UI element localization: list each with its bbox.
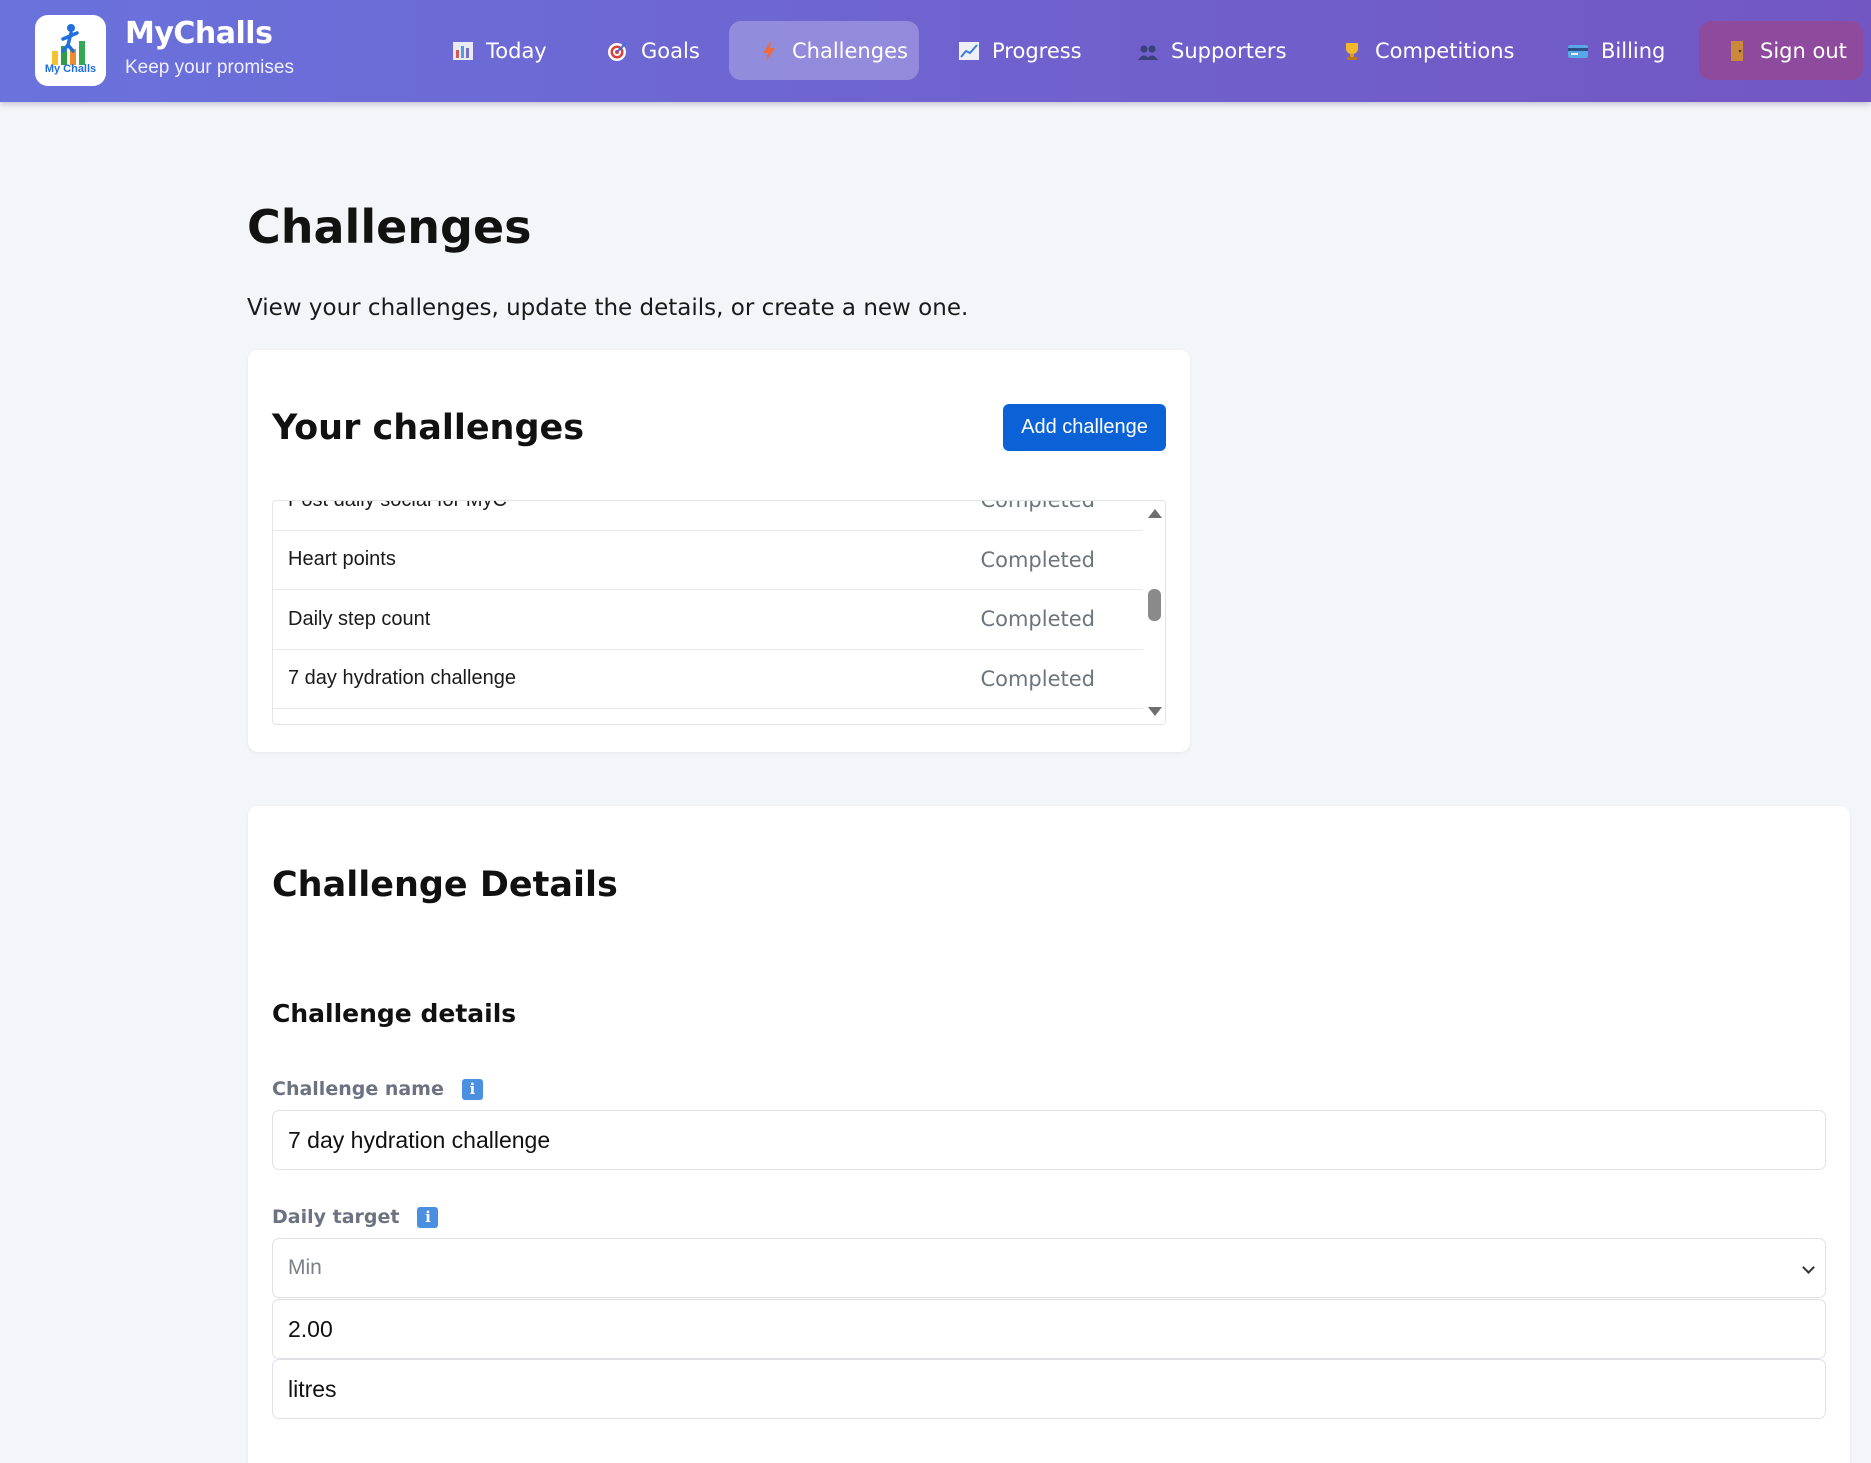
nav-today-label: Today [486,38,547,63]
challenge-name-input[interactable]: 7 day hydration challenge [272,1110,1826,1170]
door-icon [1726,40,1748,62]
nav-goals-label: Goals [641,38,700,63]
sign-out-button[interactable]: Sign out [1699,21,1863,80]
bar-chart-icon [452,40,474,62]
challenge-status: Completed [980,666,1095,691]
list-scrollbar[interactable] [1143,501,1165,724]
nav-today[interactable]: Today [452,21,547,80]
lightning-icon [758,40,780,62]
people-icon [1137,40,1159,62]
scroll-down-arrow-icon[interactable] [1148,707,1162,716]
challenge-name-label: Challenge name i [272,1078,483,1100]
nav-challenges[interactable]: Challenges [729,21,919,80]
challenge-details-section-heading: Challenge details [272,999,517,1028]
info-icon[interactable]: i [461,1078,483,1100]
challenge-details-title: Challenge Details [272,865,618,905]
page-subtitle: View your challenges, update the details… [247,295,969,321]
nav-billing-label: Billing [1601,38,1666,63]
challenge-status: Completed [980,607,1095,632]
list-item[interactable]: Daily step count Completed [273,590,1143,650]
page-title: Challenges [247,200,532,254]
challenge-name: Daily step count [288,607,431,630]
nav-progress-label: Progress [992,38,1082,63]
challenge-name: 7 day hydration challenge [288,667,516,690]
nav-competitions[interactable]: Competitions [1341,21,1514,80]
list-item[interactable]: 7 day hydration challenge Completed [273,650,1143,709]
nav-billing[interactable]: Billing [1567,21,1665,80]
daily-target-label: Daily target i [272,1206,439,1228]
add-challenge-button[interactable]: Add challenge [1003,404,1166,451]
top-nav-bar: My Challs MyChalls Keep your promises To… [0,0,1871,102]
scroll-up-arrow-icon[interactable] [1148,509,1162,518]
logo-text: My Challs [44,63,97,75]
target-mode-value: Min [288,1256,322,1279]
target-unit-input[interactable]: litres [272,1359,1826,1419]
challenge-list[interactable]: Post daily social for MyC Completed Hear… [272,500,1166,725]
brand-tagline: Keep your promises [125,57,294,78]
target-amount-input[interactable]: 2.00 [272,1299,1826,1359]
scroll-thumb[interactable] [1148,589,1161,621]
challenge-status: Completed [980,547,1095,572]
your-challenges-title: Your challenges [272,408,585,448]
nav-supporters-label: Supporters [1171,38,1287,63]
sign-out-label: Sign out [1760,38,1847,63]
daily-target-label-text: Daily target [272,1206,400,1228]
nav-supporters[interactable]: Supporters [1137,21,1287,80]
info-icon[interactable]: i [417,1206,439,1228]
list-item[interactable]: Heart points Completed [273,531,1143,590]
nav-goals[interactable]: Goals [607,21,700,80]
nav-competitions-label: Competitions [1375,38,1515,63]
target-icon [607,40,629,62]
challenge-name: Heart points [288,548,396,571]
nav-challenges-label: Challenges [792,38,908,63]
trophy-icon [1341,40,1363,62]
list-item[interactable]: Post daily social for MyC Completed [273,500,1143,531]
credit-card-icon [1567,40,1589,62]
challenge-status: Completed [980,500,1095,513]
challenge-name: Post daily social for MyC [288,501,507,512]
brand-name: MyChalls [125,16,273,51]
challenge-name-label-text: Challenge name [272,1078,444,1100]
nav-progress[interactable]: Progress [958,21,1082,80]
chart-increasing-icon [958,40,980,62]
app-logo[interactable]: My Challs [35,15,106,86]
target-mode-select[interactable]: Min [272,1238,1826,1298]
chevron-down-icon [1802,1261,1815,1274]
